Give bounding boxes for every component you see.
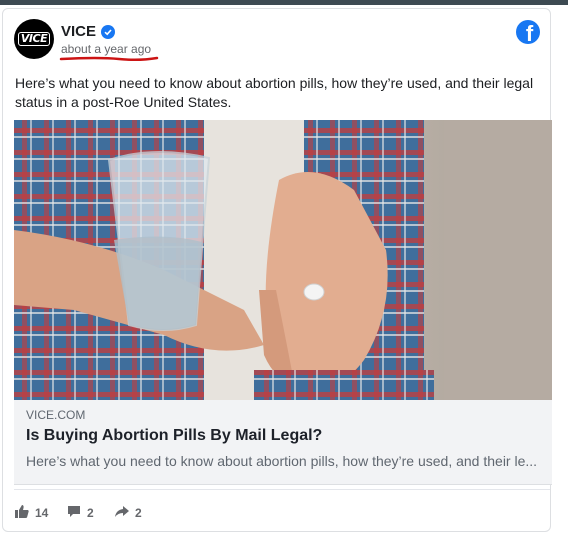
post-text: Here’s what you need to know about abort… (15, 75, 534, 110)
facebook-icon[interactable]: f (516, 20, 540, 44)
like-count-value: 14 (35, 506, 49, 520)
comment-count[interactable]: 2 (67, 505, 94, 521)
like-count[interactable]: 14 (15, 505, 48, 521)
page-avatar[interactable]: VICE (14, 19, 54, 59)
link-preview-footer[interactable]: VICE.COM Is Buying Abortion Pills By Mai… (14, 400, 552, 485)
link-preview-image[interactable] (14, 120, 552, 400)
link-description: Here’s what you need to know about abort… (26, 453, 538, 469)
vice-logo-icon: VICE (17, 32, 51, 46)
verified-badge-icon (101, 24, 116, 39)
post-timestamp[interactable]: about a year ago (61, 42, 151, 56)
page-name-row: VICE (61, 23, 116, 40)
red-annotation-underline (59, 56, 159, 62)
like-icon (15, 505, 29, 521)
facebook-post-card: VICE VICE about a year ago f Here’s what… (2, 8, 552, 532)
share-count[interactable]: 2 (115, 505, 142, 521)
link-title[interactable]: Is Buying Abortion Pills By Mail Legal? (26, 427, 322, 445)
comment-icon (67, 505, 81, 521)
share-count-value: 2 (135, 506, 142, 520)
page-name[interactable]: VICE (61, 23, 96, 40)
window-top-bar (0, 0, 568, 5)
share-icon (115, 505, 129, 521)
engagement-divider (14, 489, 550, 490)
comment-count-value: 2 (87, 506, 94, 520)
link-domain: VICE.COM (26, 408, 86, 422)
